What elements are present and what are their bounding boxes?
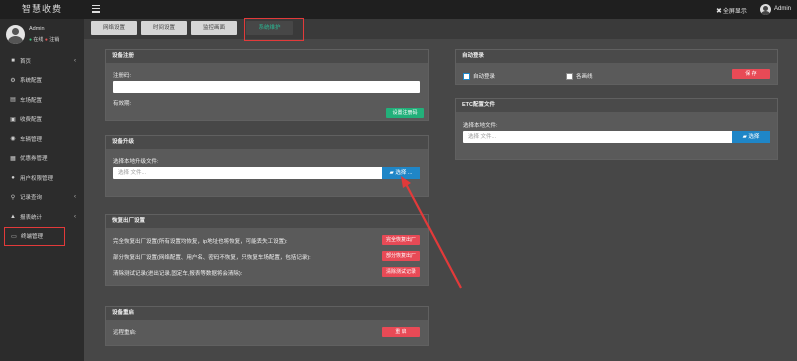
upgrade-choose-label: 选择 ...	[395, 170, 413, 176]
expire-label: 有效期:	[113, 101, 132, 107]
etc-choose-button[interactable]: ▰ 选择	[732, 131, 770, 143]
fee-icon: ▣	[10, 116, 16, 123]
tab-bar: 网络设置 时间设置 监控画面 系统维护	[84, 19, 797, 39]
factory-panel: 恢复出厂设置 完全恢复出厂设置(所有设置均恢复，ip地址也将恢复，可能丢失工设置…	[105, 214, 429, 286]
sidebar-item-lane[interactable]: ▤ 车场配置	[0, 90, 84, 110]
fullscreen-label: 全屏显示	[722, 9, 747, 15]
autologin-panel: 自动登录 自动登录 各画线 保 存	[455, 49, 778, 85]
save-button[interactable]: 保 存	[732, 69, 770, 79]
autologin-option-label: 自动登录	[473, 74, 496, 80]
etc-file-placeholder: 选择 文件...	[468, 134, 497, 140]
upgrade-title: 设备升级	[106, 136, 428, 149]
upgrade-choose-button[interactable]: ▰ 选择 ...	[382, 167, 420, 179]
sidebar-item-chart[interactable]: ▲ 报表统计 ‹	[0, 207, 84, 227]
sidebar-item-label: 车辆管理	[20, 136, 43, 143]
logout-link[interactable]: 注销	[49, 37, 59, 43]
set-register-button[interactable]: 设置注册码	[386, 108, 424, 118]
coupon-icon: ▦	[10, 155, 16, 162]
monitor-icon: ▭	[11, 233, 17, 240]
chevron-left-icon: ‹	[74, 194, 76, 201]
etc-panel: ETC配置文件 选择本地文件: 选择 文件... ▰ 选择	[455, 98, 778, 160]
sidebar-item-label: 终端管理	[21, 234, 44, 241]
register-code-label: 注册码:	[113, 73, 132, 79]
factory-full-text: 完全恢复出厂设置(所有设置均恢复，ip地址也将恢复，可能丢失工设置):	[113, 239, 288, 245]
upgrade-file-placeholder: 选择 文件...	[118, 170, 147, 176]
sidebar-item-label: 系统配置	[20, 78, 43, 85]
car-icon: ◉	[10, 136, 16, 143]
user-avatar	[6, 25, 25, 44]
sidebar: Admin ● 在线 ● 注销 ■ 首页 ‹ ⚙ 系统配置 ▤ 车场配置 ▣ 收费配置 ◉ 车辆管理…	[0, 19, 84, 361]
fullscreen-button[interactable]: ✖全屏显示	[716, 6, 747, 15]
factory-title: 恢复出厂设置	[106, 215, 428, 228]
top-bar	[0, 0, 797, 19]
restart-button[interactable]: 重 启	[382, 327, 420, 337]
sidebar-item-label: 用户权限管理	[20, 175, 54, 182]
register-panel: 设备注册 注册码: 有效期: 设置注册码	[105, 49, 429, 121]
admin-name: Admin	[774, 6, 792, 12]
sidebar-item-monitor[interactable]: ▭ 终端管理	[4, 226, 65, 246]
autologin-title: 自动登录	[456, 50, 777, 63]
sidebar-item-label: 优惠券管理	[20, 156, 48, 163]
lane-icon: ▤	[10, 97, 16, 104]
register-title: 设备注册	[106, 50, 428, 63]
etc-file-label: 选择本地文件:	[463, 123, 498, 129]
factory-full-button[interactable]: 完全恢复出厂	[382, 235, 420, 245]
user-icon: ●	[11, 174, 15, 181]
lane-checkbox[interactable]: 各画线	[566, 72, 593, 80]
autologin-checkbox[interactable]: 自动登录	[463, 72, 495, 80]
sidebar-item-fee[interactable]: ▣ 收费配置	[0, 110, 84, 130]
chevron-left-icon: ‹	[74, 213, 76, 220]
search-icon: ⚲	[10, 194, 16, 201]
sidebar-item-label: 记录查询	[20, 195, 43, 202]
sidebar-item-car[interactable]: ◉ 车辆管理	[0, 129, 84, 149]
admin-menu[interactable]: Admin	[760, 3, 791, 15]
sidebar-item-label: 报表统计	[20, 214, 43, 221]
checkbox-box	[463, 72, 470, 80]
sidebar-item-label: 首页	[20, 58, 32, 65]
sidebar-item-settings[interactable]: ⚙ 系统配置	[0, 71, 84, 91]
menu-toggle-icon[interactable]	[92, 5, 100, 13]
clear-test-text: 清除测试记录(进出记录,固定车,报表等数据将会清除):	[113, 271, 243, 277]
restart-panel: 设备重启 远程重启: 重 启	[105, 306, 429, 346]
online-dot-icon: ●	[29, 37, 33, 43]
tab-monitor[interactable]: 监控画面	[191, 21, 237, 35]
chart-icon: ▲	[10, 213, 16, 220]
logout-dot-icon: ●	[44, 37, 48, 43]
chevron-left-icon: ‹	[74, 57, 76, 64]
tab-time[interactable]: 时间设置	[141, 21, 187, 35]
upgrade-file-input[interactable]: 选择 文件...	[113, 167, 383, 179]
sidebar-item-coupon[interactable]: ▦ 优惠券管理	[0, 149, 84, 169]
tab-network[interactable]: 网络设置	[91, 21, 137, 35]
checkbox-box	[566, 72, 573, 80]
clear-test-button[interactable]: 清除测试记录	[382, 267, 420, 277]
settings-icon: ⚙	[10, 77, 16, 84]
upgrade-panel: 设备升级 选择本地升级文件: 选择 文件... ▰ 选择 ...	[105, 135, 429, 197]
home-icon: ■	[11, 57, 15, 64]
factory-partial-button[interactable]: 部分恢复出厂	[382, 251, 420, 261]
sidebar-item-user[interactable]: ● 用户权限管理	[0, 168, 84, 188]
etc-title: ETC配置文件	[456, 99, 777, 112]
upgrade-file-label: 选择本地升级文件:	[113, 159, 159, 165]
sidebar-item-label: 收费配置	[20, 117, 43, 124]
sidebar-item-home[interactable]: ■ 首页 ‹	[0, 51, 84, 71]
user-status: ● 在线 ● 注销	[29, 36, 59, 43]
restart-title: 设备重启	[106, 307, 428, 320]
sidebar-nav: ■ 首页 ‹ ⚙ 系统配置 ▤ 车场配置 ▣ 收费配置 ◉ 车辆管理 ▦ 优惠券管理 ● 用户权限管理 ⚲ 记录…	[0, 51, 84, 246]
user-panel: Admin ● 在线 ● 注销	[0, 19, 84, 51]
restart-label: 远程重启:	[113, 330, 137, 336]
etc-file-input[interactable]: 选择 文件...	[463, 131, 733, 143]
sidebar-item-label: 车场配置	[20, 97, 43, 104]
tab-highlight-box	[244, 18, 304, 41]
brand-logo: 智慧收费	[0, 0, 84, 19]
expand-icon: ✖	[716, 8, 722, 15]
lane-option-label: 各画线	[576, 74, 593, 80]
sidebar-item-search[interactable]: ⚲ 记录查询 ‹	[0, 188, 84, 208]
user-name: Admin	[29, 26, 45, 32]
avatar	[760, 3, 771, 15]
online-label: 在线	[33, 37, 44, 43]
register-code-input[interactable]	[113, 81, 420, 93]
etc-choose-label: 选择	[748, 134, 760, 140]
factory-partial-text: 部分恢复出厂设置(网络配置、用户名、密码不恢复，只恢复车场配置，包括记录):	[113, 255, 311, 261]
